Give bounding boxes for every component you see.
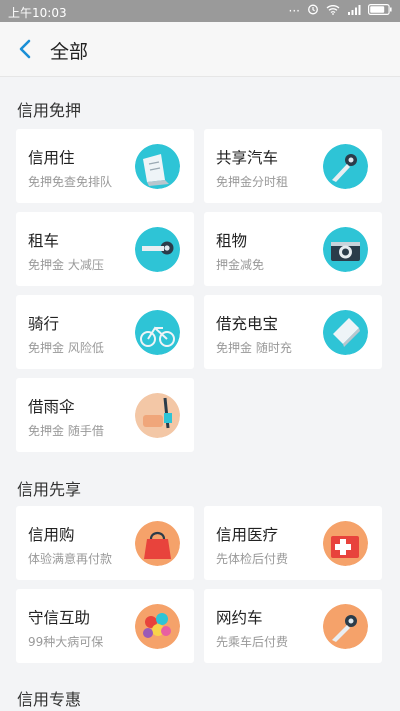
card-title: 网约车 <box>216 609 263 627</box>
status-time: 上午10:03 <box>8 6 67 20</box>
card-car-rental[interactable]: 租车 免押金 大减压 <box>16 212 194 286</box>
card-subtitle: 体验满意再付款 <box>28 552 113 566</box>
alarm-icon <box>307 3 319 18</box>
chevron-left-icon <box>19 39 31 59</box>
status-bar: 上午10:03 ··· <box>0 0 400 22</box>
card-umbrella[interactable]: 借雨伞 免押金 随手借 <box>16 378 194 452</box>
car-key-icon <box>323 144 368 189</box>
card-title: 信用住 <box>28 149 75 167</box>
shopping-bag-icon <box>135 521 180 566</box>
card-credit-medical[interactable]: 信用医疗 先体检后付费 <box>204 506 382 580</box>
card-subtitle: 免押金 风险低 <box>28 341 104 355</box>
card-mutual-aid[interactable]: 守信互助 99种大病可保 <box>16 589 194 663</box>
more-dots-icon: ··· <box>288 3 300 18</box>
card-subtitle: 免押金 随时充 <box>216 341 292 355</box>
balloons-icon <box>135 604 180 649</box>
card-title: 共享汽车 <box>216 149 279 167</box>
camera-icon <box>323 227 368 272</box>
card-credit-shopping[interactable]: 信用购 体验满意再付款 <box>16 506 194 580</box>
card-subtitle: 免押金 随手借 <box>28 424 104 438</box>
card-title: 租物 <box>216 232 248 250</box>
card-subtitle: 免押金分时租 <box>216 175 289 189</box>
page-title: 全部 <box>50 41 89 63</box>
battery-icon <box>368 3 392 18</box>
back-button[interactable] <box>14 36 38 62</box>
car-rental-key-icon <box>135 227 180 272</box>
card-cycling[interactable]: 骑行 免押金 风险低 <box>16 295 194 369</box>
card-ride-hailing[interactable]: 网约车 先乘车后付费 <box>204 589 382 663</box>
card-title: 借充电宝 <box>216 315 279 333</box>
card-car-sharing[interactable]: 共享汽车 免押金分时租 <box>204 129 382 203</box>
card-power-bank[interactable]: 借充电宝 免押金 随时充 <box>204 295 382 369</box>
nav-bar: 全部 <box>0 22 400 77</box>
car-key-icon <box>323 604 368 649</box>
card-subtitle: 99种大病可保 <box>28 635 104 649</box>
hotel-icon <box>135 144 180 189</box>
section-title-credit-special: 信用专惠 <box>17 690 82 709</box>
card-subtitle: 免押金 大减压 <box>28 258 104 272</box>
section-title-credit-deposit-free: 信用免押 <box>17 101 82 120</box>
bicycle-icon <box>135 310 180 355</box>
card-subtitle: 先乘车后付费 <box>216 635 289 649</box>
card-subtitle: 先体检后付费 <box>216 552 289 566</box>
wifi-icon <box>326 4 340 18</box>
card-rent-items[interactable]: 租物 押金减免 <box>204 212 382 286</box>
medical-kit-icon <box>323 521 368 566</box>
umbrella-icon <box>135 393 180 438</box>
card-title: 守信互助 <box>28 609 91 627</box>
card-title: 租车 <box>28 232 60 250</box>
card-title: 信用医疗 <box>216 526 279 544</box>
card-hotel[interactable]: 信用住 免押免查免排队 <box>16 129 194 203</box>
card-title: 信用购 <box>28 526 75 544</box>
signal-icon <box>347 4 361 18</box>
section-title-credit-enjoy-first: 信用先享 <box>17 480 82 499</box>
card-subtitle: 押金减免 <box>216 258 265 272</box>
status-icons: ··· <box>289 3 392 18</box>
card-title: 借雨伞 <box>28 398 75 416</box>
card-subtitle: 免押免查免排队 <box>28 175 113 189</box>
power-bank-icon <box>323 310 368 355</box>
card-title: 骑行 <box>28 315 60 333</box>
